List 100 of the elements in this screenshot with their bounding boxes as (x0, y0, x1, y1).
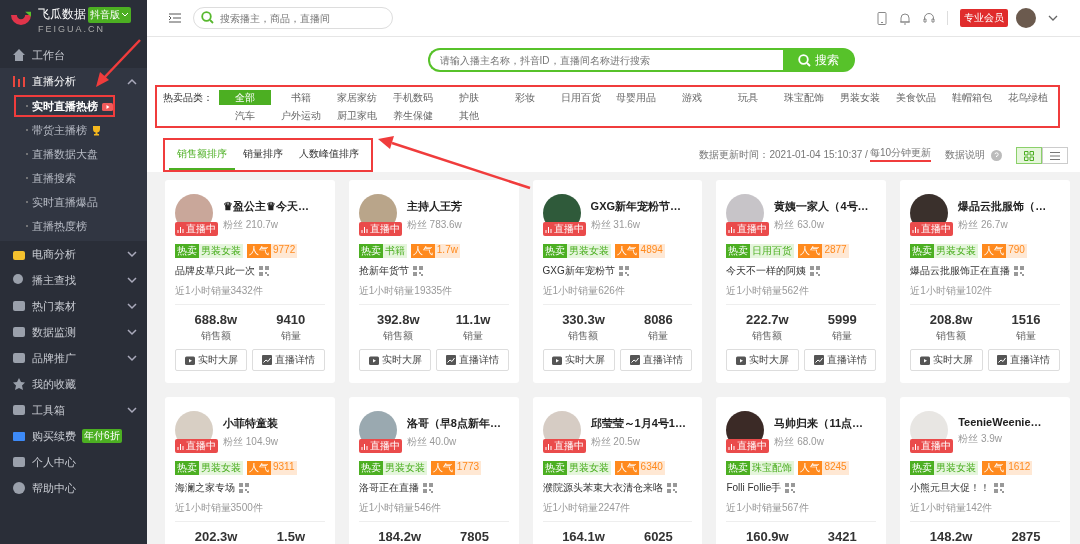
qr-code-icon[interactable] (666, 483, 677, 493)
category-option[interactable]: 户外运动 (274, 108, 327, 123)
streamer-card[interactable]: 直播中 爆品云批服饰（… 粉丝 26.7w 热卖 男装女装 人气 790 爆品云批服饰正在直播 近1小时销量102件 208.8w 销售额 1516 销量 实时大屏 直播详情 (900, 180, 1070, 383)
streamer-card[interactable]: 直播中 ♛盈公主♛今天… 粉丝 210.7w 热卖 男装女装 人气 9772 品牌皮草只此一次 近1小时销量3432件 688.8w 销售额 9410 销量 实时大屏 直播详情 (165, 180, 335, 383)
sort-tab[interactable]: 人数峰值排序 (291, 140, 367, 170)
sidebar-subitem[interactable]: 直播热度榜 (0, 214, 147, 238)
qr-code-icon[interactable] (994, 483, 1005, 493)
tablet-icon[interactable] (877, 11, 887, 25)
chevron-icon (127, 276, 137, 284)
category-option[interactable]: 手机数码 (386, 90, 439, 105)
live-screen-button[interactable]: 实时大屏 (175, 349, 248, 371)
category-option[interactable]: 珠宝配饰 (778, 90, 831, 105)
category-option[interactable]: 书籍 (274, 90, 327, 105)
signal-bars-icon (360, 442, 368, 450)
sidebar-item[interactable]: 工作台 (0, 42, 147, 68)
qr-code-icon[interactable] (785, 483, 796, 493)
sidebar-item[interactable]: 品牌推广 (0, 345, 147, 371)
live-screen-button[interactable]: 实时大屏 (542, 349, 615, 371)
category-tag: 男装女装 (934, 244, 979, 258)
signal-bars-icon (177, 442, 184, 450)
search-field[interactable]: 请输入播主名称，抖音ID，直播间名称进行搜索 (427, 48, 783, 72)
caret-icon[interactable] (1048, 14, 1058, 22)
user-avatar[interactable] (1016, 8, 1036, 28)
live-details-button[interactable]: 直播详情 (252, 349, 325, 371)
streamer-card[interactable]: 直播中 GXG新年宠粉节… 粉丝 31.6w 热卖 男装女装 人气 4894 GXG新年宠粉节 近1小时销量626件 330.3w 销售额 8086 销量 实时大屏 直播详情 (532, 180, 703, 383)
category-option[interactable]: 花鸟绿植 (1002, 90, 1054, 105)
category-option[interactable]: 美食饮品 (890, 90, 943, 105)
qr-code-icon[interactable] (810, 266, 821, 276)
category-option[interactable]: 鞋帽箱包 (946, 90, 999, 105)
qr-code-icon[interactable] (239, 483, 249, 493)
streamer-card[interactable]: 直播中 黄姨一家人（4号… 粉丝 63.0w 热卖 日用百货 人气 2877 今天不一样的阿姨 近1小时销量562件 222.7w 销售额 5999 销量 实时大屏 直播详情 (716, 180, 887, 383)
sort-tab[interactable]: 销量排序 (235, 140, 291, 170)
category-option[interactable]: 玩具 (722, 90, 775, 105)
sidebar-item[interactable]: 购买续费 年付6折 (0, 423, 147, 449)
category-option[interactable]: 其他 (442, 108, 495, 123)
live-details-button[interactable]: 直播详情 (803, 349, 877, 371)
bell-icon[interactable] (899, 11, 911, 25)
streamer-name[interactable]: 黄姨一家人（4号… (774, 199, 869, 214)
sidebar-item[interactable]: 直播分析 (0, 68, 147, 94)
streamer-name[interactable]: 马帅归来（11点… (774, 416, 864, 431)
sidebar-item[interactable]: 工具箱 (0, 397, 147, 423)
streamer-card[interactable]: 直播中 洛哥（早8点新年… 粉丝 40.0w 热卖 男装女装 人气 1773 洛哥正在直播 近1小时销量546件 184.2w 7805 (348, 397, 519, 544)
tv-icon (919, 355, 930, 365)
sidebar-item[interactable]: 热门素材 (0, 293, 147, 319)
streamer-name[interactable]: 洛哥（早8点新年… (406, 416, 501, 431)
sidebar-item[interactable]: 个人中心 (0, 449, 147, 475)
live-details-button[interactable]: 直播详情 (987, 349, 1060, 371)
qr-code-icon[interactable] (259, 266, 269, 276)
category-option[interactable]: 游戏 (666, 90, 719, 105)
live-details-button[interactable]: 直播详情 (620, 349, 693, 371)
recent-sales: 近1小时销量2247件 (542, 501, 693, 522)
chevron-icon (127, 406, 137, 414)
category-option[interactable]: 汽车 (219, 108, 271, 123)
category-option[interactable]: 厨卫家电 (330, 108, 383, 123)
popularity-value: 2877 (822, 244, 849, 258)
headset-icon[interactable] (923, 11, 935, 25)
category-option[interactable]: 日用百货 (554, 90, 607, 105)
streamer-name[interactable]: ♛盈公主♛今天… (223, 199, 309, 214)
streamer-name[interactable]: 爆品云批服饰（… (958, 199, 1047, 214)
category-option[interactable]: 家居家纺 (330, 90, 383, 105)
streamer-card[interactable]: 直播中 主持人王芳 粉丝 783.6w 热卖 书籍 人气 1.7w 抢新年货节 近1小时销量19335件 392.8w 销售额 11.1w 销量 实时大屏 直播详情 (348, 180, 519, 383)
streamer-card[interactable]: 直播中 邱莹莹～1月4号1… 粉丝 20.5w 热卖 男装女装 人气 6340 濮院源头苯束大衣清仓来咯 近1小时销量2247件 164.1w 6025 (532, 397, 703, 544)
grid-view-button[interactable] (1016, 147, 1042, 164)
live-screen-button[interactable]: 实时大屏 (726, 349, 799, 371)
data-help-link[interactable]: 数据说明 (945, 148, 985, 162)
sidebar-subitem[interactable]: 实时直播热榜 (13, 94, 116, 118)
streamer-card[interactable]: 直播中 小菲特童装 粉丝 104.9w 热卖 男装女装 人气 9311 海澜之家专场 近1小时销量3500件 202.3w 1.5w (165, 397, 335, 544)
streamer-card[interactable]: 直播中 TeenieWeenie… 粉丝 3.9w 热卖 男装女装 人气 1612 小熊元旦大促！！ 近1小时销量142件 148.2w 2875 (900, 397, 1070, 544)
sidebar-item[interactable]: 电商分析 (0, 241, 147, 267)
live-screen-button[interactable]: 实时大屏 (910, 349, 983, 371)
streamer-name[interactable]: 小菲特童装 (223, 416, 279, 431)
streamer-card[interactable]: 直播中 马帅归来（11点… 粉丝 68.0w 热卖 珠宝配饰 人气 8245 Folli Follie手 近1小时销量567件 160.9w 3421 (716, 397, 887, 544)
category-option[interactable]: 护肤 (442, 90, 495, 105)
recent-sales: 近1小时销量3500件 (175, 501, 325, 522)
streamer-name[interactable]: 邱莹莹～1月4号1… (590, 416, 686, 431)
header-search-field[interactable]: 搜索播主，商品，直播间 (193, 7, 393, 29)
help-icon[interactable] (991, 150, 1002, 161)
sidebar-subitem[interactable]: 直播搜索 (0, 166, 147, 190)
qr-code-icon[interactable] (422, 483, 433, 493)
category-option[interactable]: 彩妆 (498, 90, 551, 105)
qr-code-icon[interactable] (412, 266, 423, 276)
sidebar-subitem[interactable]: 直播数据大盘 (0, 142, 147, 166)
menu-icon[interactable] (169, 13, 181, 23)
sidebar-item[interactable]: 帮助中心 (0, 475, 147, 501)
sidebar-item[interactable]: 我的收藏 (0, 371, 147, 397)
streamer-name[interactable]: GXG新年宠粉节… (590, 199, 682, 214)
live-screen-button[interactable]: 实时大屏 (358, 349, 432, 371)
category-option[interactable]: 母婴用品 (610, 90, 663, 105)
streamer-name[interactable]: 主持人王芳 (406, 199, 462, 214)
qr-code-icon[interactable] (618, 266, 629, 276)
category-option[interactable]: 男装女装 (834, 90, 887, 105)
sidebar-item[interactable]: 播主查找 (0, 267, 147, 293)
streamer-name[interactable]: TeenieWeenie… (958, 416, 1042, 428)
live-details-button[interactable]: 直播详情 (436, 349, 509, 371)
category-option[interactable]: 养生保健 (386, 108, 439, 123)
sidebar-item[interactable]: 数据监测 (0, 319, 147, 345)
sidebar-subitem[interactable]: 带货主播榜 (0, 118, 147, 142)
list-view-button[interactable] (1042, 147, 1068, 164)
qr-code-icon[interactable] (1014, 266, 1025, 276)
sidebar-subitem[interactable]: 实时直播爆品 (0, 190, 147, 214)
